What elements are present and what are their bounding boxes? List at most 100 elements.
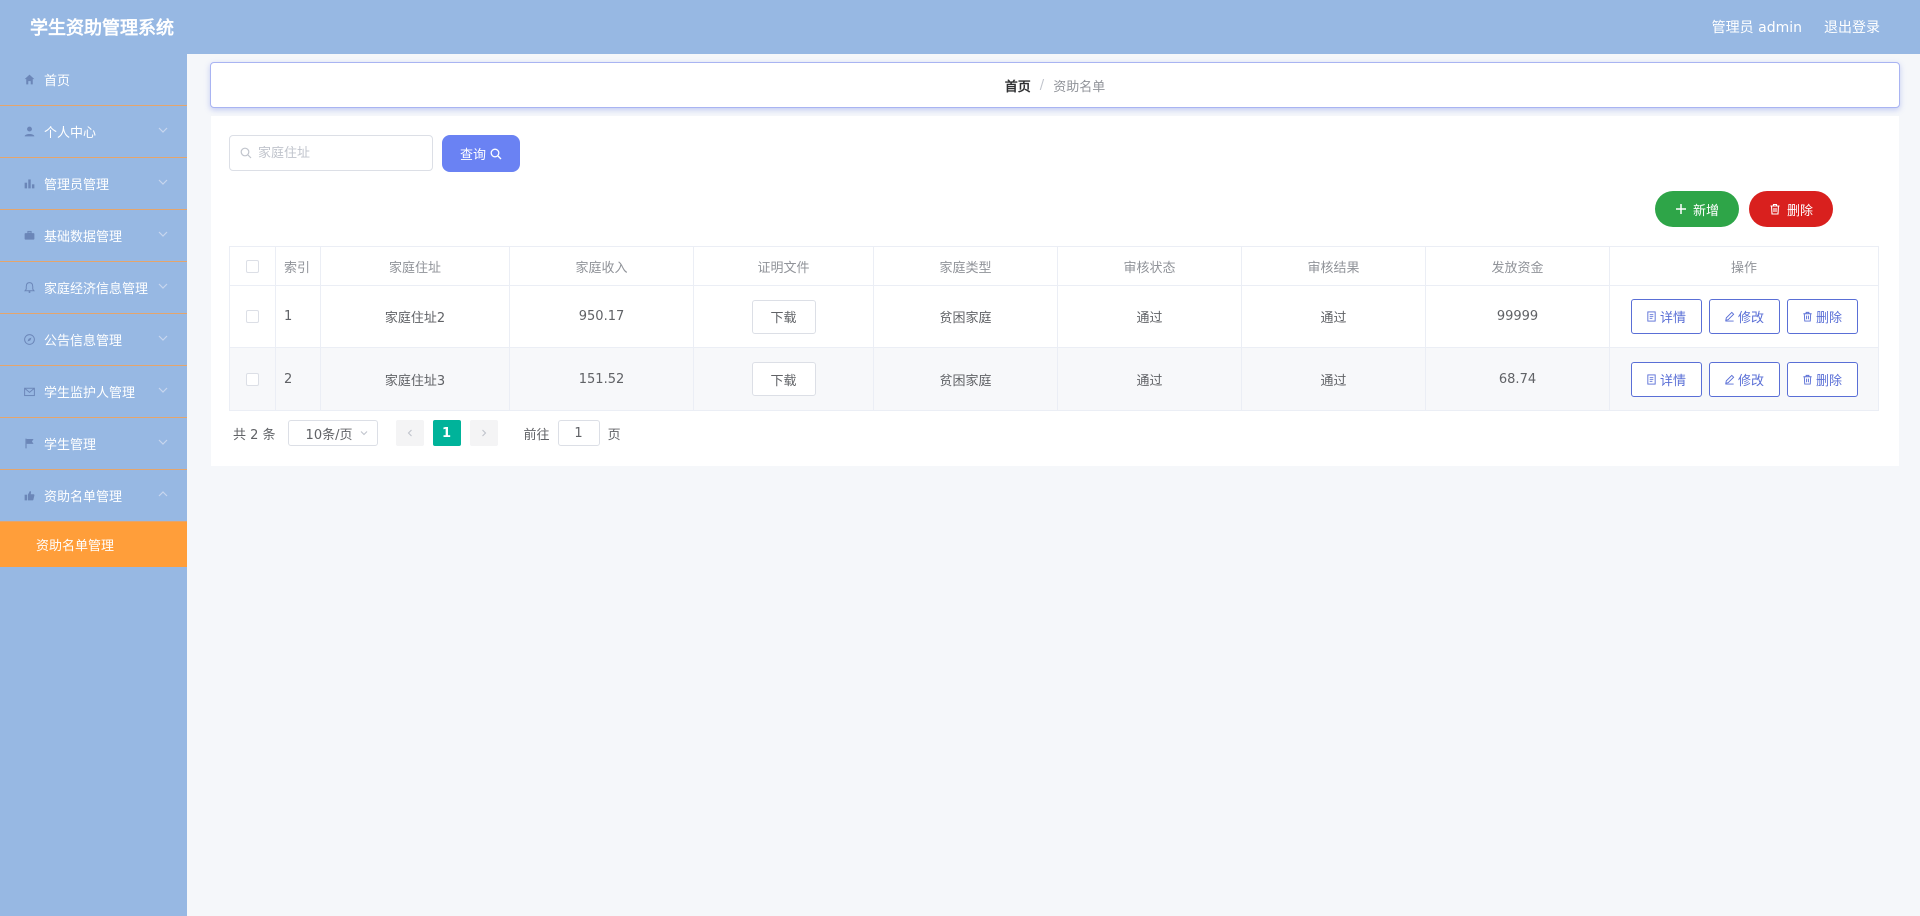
query-button-label: 查询: [459, 148, 486, 163]
cell-type: 贫困家庭: [874, 348, 1058, 410]
pagination: 共 2 条 10条/页 1 前往 1 页: [233, 420, 621, 446]
batch-delete-button[interactable]: 删除: [1749, 191, 1833, 227]
pagination-total: 共 2 条: [233, 427, 276, 443]
column-header-index: 索引: [276, 247, 321, 285]
query-button[interactable]: 查询: [442, 135, 520, 172]
trash-icon: [1803, 311, 1812, 322]
flag-icon: [22, 437, 36, 451]
sidebar-item-home[interactable]: 首页: [0, 54, 187, 106]
chevron-down-icon: [158, 231, 168, 237]
chevron-left-icon: [407, 429, 412, 437]
sidebar-item-family-economy[interactable]: 家庭经济信息管理: [0, 262, 187, 314]
column-header-income: 家庭收入: [510, 247, 694, 285]
header-select-all[interactable]: [230, 247, 276, 285]
search-icon: [490, 148, 502, 159]
search-address-field[interactable]: [229, 135, 433, 171]
batch-delete-button-label: 删除: [1786, 203, 1813, 219]
delete-button[interactable]: 删除: [1786, 361, 1858, 397]
detail-button[interactable]: 详情: [1630, 299, 1702, 334]
sidebar-item-label: 学生监护人管理: [44, 386, 136, 401]
sidebar-item-label: 个人中心: [44, 126, 97, 141]
sidebar-item-label: 资助名单管理: [44, 490, 123, 505]
logout-link[interactable]: 退出登录: [1824, 17, 1880, 37]
sidebar-item-label: 首页: [44, 74, 71, 89]
chevron-down-icon: [158, 439, 168, 445]
add-button[interactable]: 新增: [1655, 191, 1739, 227]
prev-page-button[interactable]: [395, 420, 424, 446]
table-header-row: 索引 家庭住址 家庭收入 证明文件 家庭类型 审核状态 审核结果 发放资金 操作: [230, 247, 1878, 286]
sidebar-subitem-label: 资助名单管理: [36, 539, 115, 554]
sidebar-item-admin-management[interactable]: 管理员管理: [0, 158, 187, 210]
cell-file: 下载: [694, 286, 874, 347]
cell-income: 950.17: [510, 286, 694, 347]
plus-icon: [1675, 204, 1686, 214]
edit-button-label: 修改: [1737, 311, 1764, 326]
sidebar-item-students[interactable]: 学生管理: [0, 418, 187, 470]
chevron-down-icon: [360, 431, 367, 436]
pencil-icon: [1725, 374, 1735, 385]
sidebar-item-basic-data[interactable]: 基础数据管理: [0, 210, 187, 262]
sidebar-item-label: 管理员管理: [44, 178, 110, 193]
chevron-right-icon: [481, 429, 486, 437]
search-address-input[interactable]: [258, 145, 418, 161]
row-select[interactable]: [230, 348, 276, 410]
cell-address: 家庭住址3: [321, 348, 510, 410]
cell-status: 通过: [1058, 286, 1242, 347]
sidebar-item-aid-list[interactable]: 资助名单管理: [0, 470, 187, 522]
cell-result: 通过: [1242, 286, 1426, 347]
sidebar-item-announcements[interactable]: 公告信息管理: [0, 314, 187, 366]
goto-page-input[interactable]: 1: [557, 420, 600, 446]
column-header-type: 家庭类型: [874, 247, 1058, 285]
delete-button-label: 删除: [1815, 311, 1842, 326]
user-icon: [22, 125, 36, 139]
chevron-down-icon: [158, 387, 168, 393]
app-title: 学生资助管理系统: [30, 18, 174, 39]
sidebar-item-personal-center[interactable]: 个人中心: [0, 106, 187, 158]
goto-label: 前往: [523, 427, 550, 443]
cell-fund: 99999: [1426, 286, 1610, 347]
sidebar-subitem-aid-list-management[interactable]: 资助名单管理: [0, 522, 187, 567]
select-all-checkbox[interactable]: [246, 259, 259, 273]
bell-icon: [22, 281, 36, 295]
download-button[interactable]: 下载: [751, 299, 816, 334]
delete-button-label: 删除: [1815, 373, 1842, 389]
chevron-down-icon: [158, 127, 168, 133]
download-button[interactable]: 下载: [751, 362, 816, 396]
aid-list-table: 索引 家庭住址 家庭收入 证明文件 家庭类型 审核状态 审核结果 发放资金 操作…: [229, 246, 1879, 411]
main-panel: 查询 新增 删除 索引 家庭住址 家庭收入 证明文件 家庭类型 审核状态 审核结…: [211, 116, 1899, 466]
column-header-actions: 操作: [1730, 260, 1757, 276]
cell-index: 1: [276, 286, 321, 347]
table-row: 1 家庭住址2 950.17 下载 贫困家庭 通过 通过 99999 详情 修改…: [230, 286, 1878, 348]
home-icon: [22, 73, 36, 87]
cell-actions: 详情 修改 删除: [1610, 348, 1878, 410]
row-checkbox[interactable]: [246, 372, 259, 386]
breadcrumb-home[interactable]: 首页: [1005, 76, 1031, 95]
cell-address: 家庭住址2: [321, 286, 510, 347]
edit-button[interactable]: 修改: [1708, 299, 1780, 334]
detail-button[interactable]: 详情: [1630, 361, 1702, 397]
page-size-select[interactable]: 10条/页: [287, 420, 378, 446]
column-header-fund: 发放资金: [1426, 247, 1610, 285]
sidebar-item-guardians[interactable]: 学生监护人管理: [0, 366, 187, 418]
cell-file: 下载: [694, 348, 874, 410]
sidebar-item-label: 基础数据管理: [44, 230, 123, 245]
sidebar-item-label: 公告信息管理: [44, 334, 123, 349]
delete-button[interactable]: 删除: [1786, 299, 1858, 334]
add-button-label: 新增: [1692, 203, 1719, 219]
search-icon: [240, 147, 252, 159]
page-number-current[interactable]: 1: [432, 420, 461, 446]
edit-button-label: 修改: [1737, 373, 1764, 389]
next-page-button[interactable]: [469, 420, 498, 446]
row-select[interactable]: [230, 286, 276, 347]
row-checkbox[interactable]: [246, 310, 259, 323]
mail-icon: [22, 385, 36, 399]
pencil-icon: [1725, 311, 1735, 322]
trash-icon: [1770, 203, 1780, 215]
edit-button[interactable]: 修改: [1708, 361, 1780, 397]
breadcrumb-separator: /: [1039, 77, 1045, 93]
chevron-down-icon: [158, 335, 168, 341]
column-header-result: 审核结果: [1242, 247, 1426, 285]
chevron-down-icon: [158, 179, 168, 185]
sidebar-item-label: 学生管理: [44, 438, 97, 453]
table-row: 2 家庭住址3 151.52 下载 贫困家庭 通过 通过 68.74 详情 修改…: [230, 348, 1878, 410]
